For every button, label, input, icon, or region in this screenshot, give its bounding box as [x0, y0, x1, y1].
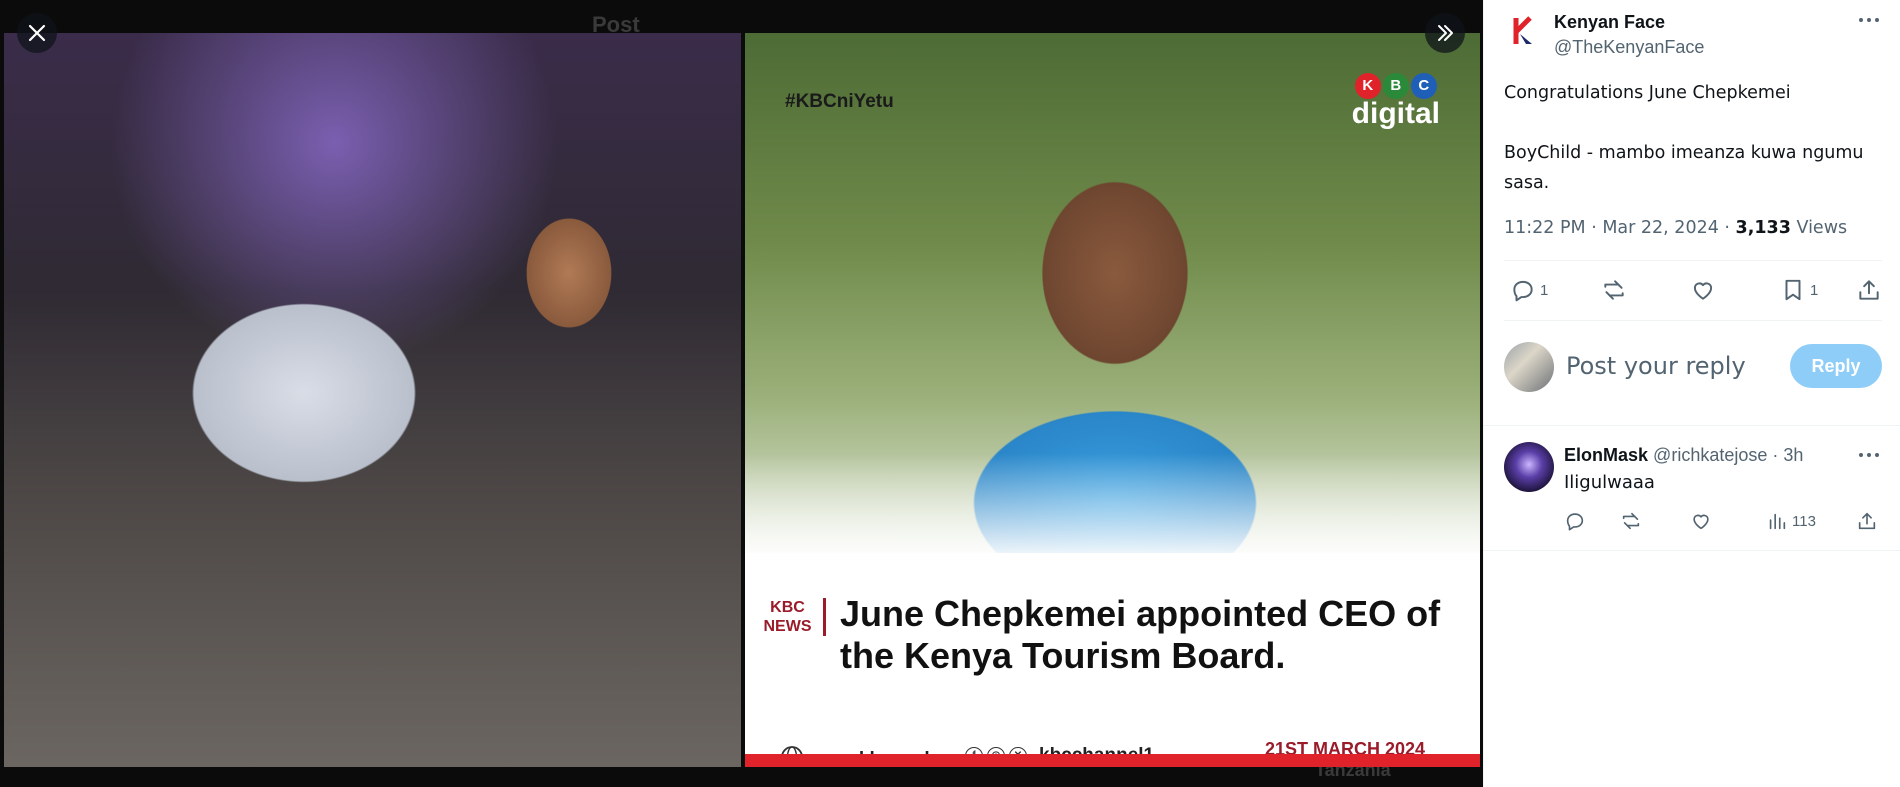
- views-label: Views: [1796, 218, 1848, 238]
- avatar[interactable]: [1504, 10, 1544, 50]
- reply-input[interactable]: Post your reply: [1566, 352, 1746, 380]
- media-image-right[interactable]: #KBCniYetu KBC digital KBC NEWS June Che…: [745, 33, 1480, 767]
- post-time[interactable]: 11:22 PM · Mar 22, 2024 ·: [1504, 218, 1736, 238]
- divider: [1504, 260, 1882, 261]
- reply-author-row: ElonMask @richkatejose · 3h: [1564, 445, 1803, 466]
- collapse-panel-button[interactable]: [1425, 13, 1465, 53]
- post-header: Kenyan Face @TheKenyanFace: [1504, 10, 1884, 58]
- reply-like-action[interactable]: [1690, 510, 1712, 532]
- reply-author-handle[interactable]: @richkatejose: [1653, 445, 1767, 465]
- avatar[interactable]: [1504, 342, 1554, 392]
- heart-icon: [1693, 514, 1709, 530]
- repost-action[interactable]: [1600, 274, 1628, 306]
- like-action[interactable]: [1690, 274, 1716, 306]
- close-icon: [28, 24, 46, 42]
- share-icon: [1859, 280, 1879, 300]
- reply-repost-action[interactable]: [1619, 510, 1643, 532]
- reply-time[interactable]: · 3h: [1772, 445, 1803, 465]
- divider: [1484, 550, 1900, 551]
- media-viewer: Post Tanzania #KBCniYetu KBC digital KBC…: [0, 0, 1483, 787]
- views-count: 3,133: [1735, 218, 1791, 238]
- card-hashtag: #KBCniYetu: [785, 91, 894, 112]
- divider: [1504, 320, 1882, 321]
- post-actions: 1 1: [1504, 274, 1882, 310]
- reply-text: Iligulwaaa: [1564, 472, 1655, 493]
- close-button[interactable]: [17, 13, 57, 53]
- reply-author-name[interactable]: ElonMask: [1564, 445, 1648, 465]
- reply-share-action[interactable]: [1856, 510, 1878, 532]
- kenyan-face-logo-icon: [1513, 16, 1532, 44]
- repost-icon: [1604, 280, 1624, 300]
- reply-reply-action[interactable]: [1564, 510, 1586, 532]
- bookmark-action[interactable]: 1: [1780, 274, 1818, 306]
- share-icon: [1858, 512, 1876, 530]
- more-icon: [1859, 453, 1879, 457]
- post-side-panel: Kenyan Face @TheKenyanFace Congratulatio…: [1483, 0, 1900, 787]
- bookmark-icon: [1785, 279, 1801, 301]
- reply-button[interactable]: Reply: [1790, 344, 1882, 388]
- reply-views-action[interactable]: 113: [1766, 510, 1816, 532]
- repost-icon: [1622, 512, 1640, 530]
- reply-icon: [1513, 280, 1533, 302]
- media-image-left[interactable]: [4, 33, 741, 767]
- reply-action[interactable]: 1: [1510, 274, 1548, 306]
- double-chevron-right-icon: [1438, 25, 1453, 41]
- more-options-button[interactable]: [1857, 10, 1881, 30]
- author-name[interactable]: Kenyan Face: [1554, 12, 1665, 33]
- reply-post[interactable]: ElonMask @richkatejose · 3h Iligulwaaa 1…: [1484, 426, 1900, 550]
- reply-more-button[interactable]: [1857, 445, 1881, 465]
- more-icon: [1859, 18, 1879, 22]
- reply-composer: Post your reply Reply: [1504, 340, 1882, 395]
- card-headline: June Chepkemei appointed CEO of the Keny…: [840, 593, 1441, 676]
- post-text: Congratulations June Chepkemei BoyChild …: [1504, 83, 1864, 193]
- reply-icon: [1566, 513, 1584, 531]
- kbc-news-label: KBC NEWS: [760, 598, 826, 636]
- kbc-digital-logo: KBC digital: [1352, 73, 1440, 129]
- reply-actions: 113: [1564, 510, 1884, 536]
- avatar[interactable]: [1504, 442, 1554, 492]
- heart-icon: [1693, 282, 1713, 300]
- post-meta: 11:22 PM · Mar 22, 2024 · 3,133 Views: [1504, 218, 1847, 238]
- share-action[interactable]: [1856, 274, 1882, 306]
- analytics-icon: [1769, 513, 1786, 530]
- author-handle[interactable]: @TheKenyanFace: [1554, 37, 1704, 58]
